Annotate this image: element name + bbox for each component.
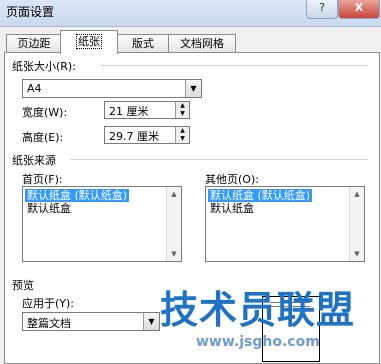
apply-to-dropdown[interactable]: 整篇文档 ▼: [22, 312, 160, 331]
tab-label: 页边距: [17, 37, 51, 50]
paper-size-value: A4: [27, 82, 42, 95]
chevron-down-icon[interactable]: ▼: [143, 313, 159, 330]
down-arrow-icon[interactable]: ▼: [175, 110, 189, 118]
chevron-down-icon[interactable]: ▼: [185, 80, 201, 97]
tab-document-grid[interactable]: 文档网格: [168, 34, 236, 53]
first-page-label: 首页(F):: [22, 173, 63, 186]
apply-to-value: 整篇文档: [27, 317, 71, 330]
scrollbar[interactable]: ▲ ▼: [166, 187, 181, 261]
down-arrow-icon[interactable]: ▼: [175, 135, 189, 143]
width-value: 21 厘米: [109, 105, 149, 118]
width-label: 宽度(W):: [22, 106, 68, 119]
watermark-url: www.jsgho.com: [196, 334, 320, 350]
list-item[interactable]: 默认纸盒 (默认纸盒): [25, 189, 130, 202]
help-button[interactable]: ?: [306, 0, 338, 19]
window-title: 页面设置: [6, 5, 55, 19]
list-item[interactable]: 默认纸盒: [25, 202, 73, 215]
tab-paper[interactable]: 纸张: [60, 30, 118, 54]
height-label: 高度(E):: [22, 131, 64, 144]
close-button[interactable]: X: [338, 0, 380, 19]
tab-layout[interactable]: 版式: [116, 34, 170, 53]
paper-source-label: 纸张来源: [12, 154, 56, 167]
tab-label: 文档网格: [180, 37, 224, 50]
scroll-up-icon[interactable]: ▲: [167, 187, 181, 201]
watermark-logo: 技术员联盟: [160, 288, 356, 332]
list-item[interactable]: 默认纸盒 (默认纸盒): [208, 189, 313, 202]
other-pages-listbox[interactable]: 默认纸盒 (默认纸盒) 默认纸盒 ▲ ▼: [205, 186, 365, 262]
scroll-up-icon[interactable]: ▲: [350, 187, 364, 201]
scroll-down-icon[interactable]: ▼: [350, 247, 364, 261]
other-pages-label: 其他页(O):: [205, 173, 259, 186]
tab-label: 版式: [132, 37, 154, 50]
separator: [70, 159, 368, 160]
tab-label: 纸张: [76, 34, 102, 49]
width-stepper[interactable]: 21 厘米 ▲ ▼: [104, 101, 190, 119]
scrollbar[interactable]: ▲ ▼: [349, 187, 364, 261]
height-stepper[interactable]: 29.7 厘米 ▲ ▼: [104, 126, 190, 144]
height-value: 29.7 厘米: [109, 130, 159, 143]
separator: [100, 65, 368, 66]
preview-label: 预览: [12, 279, 34, 292]
apply-to-label: 应用于(Y):: [22, 297, 75, 310]
paper-size-dropdown[interactable]: A4 ▼: [22, 79, 202, 98]
paper-size-label: 纸张大小(R):: [12, 60, 76, 73]
tab-margins[interactable]: 页边距: [6, 34, 62, 53]
scroll-down-icon[interactable]: ▼: [167, 247, 181, 261]
list-item[interactable]: 默认纸盒: [208, 202, 256, 215]
first-page-listbox[interactable]: 默认纸盒 (默认纸盒) 默认纸盒 ▲ ▼: [22, 186, 182, 262]
